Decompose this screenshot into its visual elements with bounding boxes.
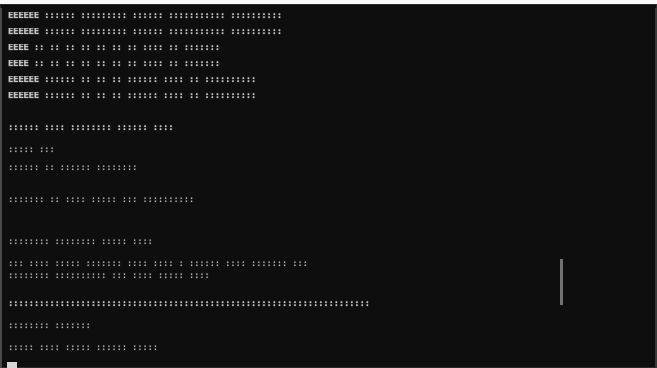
terminal-line: EEEEEE :::::: :: :: :: :::::: :::: :: ::… — [8, 76, 257, 85]
terminal-line: ::: :::: ::::: ::::::: :::: :::: : :::::… — [8, 260, 308, 269]
terminal-line: ::::::::::::::::::::::::::::::::::::::::… — [8, 300, 370, 309]
terminal-line: EEEE :: :: :: :: :: :: :: :::: :: ::::::… — [8, 60, 220, 69]
terminal-line: ::::::: :: :::: ::::: ::: :::::::::: — [8, 196, 195, 205]
terminal-screen: EEEEEE :::::: ::::::::: :::::: :::::::::… — [0, 0, 657, 368]
text-cursor[interactable] — [7, 362, 17, 368]
terminal-line: EEEEEE :::::: ::::::::: :::::: :::::::::… — [8, 12, 282, 21]
terminal-line: ::::: ::: — [8, 146, 55, 155]
terminal-line: :::::::: ::::::: — [8, 322, 91, 331]
terminal-line: EEEE :: :: :: :: :: :: :: :::: :: ::::::… — [8, 44, 220, 53]
terminal-line: EEEEEE :::::: ::::::::: :::::: :::::::::… — [8, 28, 282, 37]
terminal-line: :::::::: :::::::::: ::: :::: ::::: :::: — [8, 272, 210, 281]
window-left-edge — [0, 8, 2, 368]
terminal-window[interactable]: EEEEEE :::::: ::::::::: :::::: :::::::::… — [0, 4, 657, 368]
terminal-line: ::::: :::: ::::: :::::: ::::: — [8, 344, 158, 353]
terminal-line: EEEEEE :::::: :: :: :: :::::: :::: :: ::… — [8, 92, 257, 101]
terminal-line: :::::: :::: :::::::: :::::: :::: — [8, 124, 174, 133]
scroll-indicator[interactable] — [560, 259, 563, 305]
terminal-line: :::::: :: :::::: :::::::: — [8, 164, 138, 173]
terminal-line: :::::::: :::::::: ::::: :::: — [8, 238, 153, 247]
